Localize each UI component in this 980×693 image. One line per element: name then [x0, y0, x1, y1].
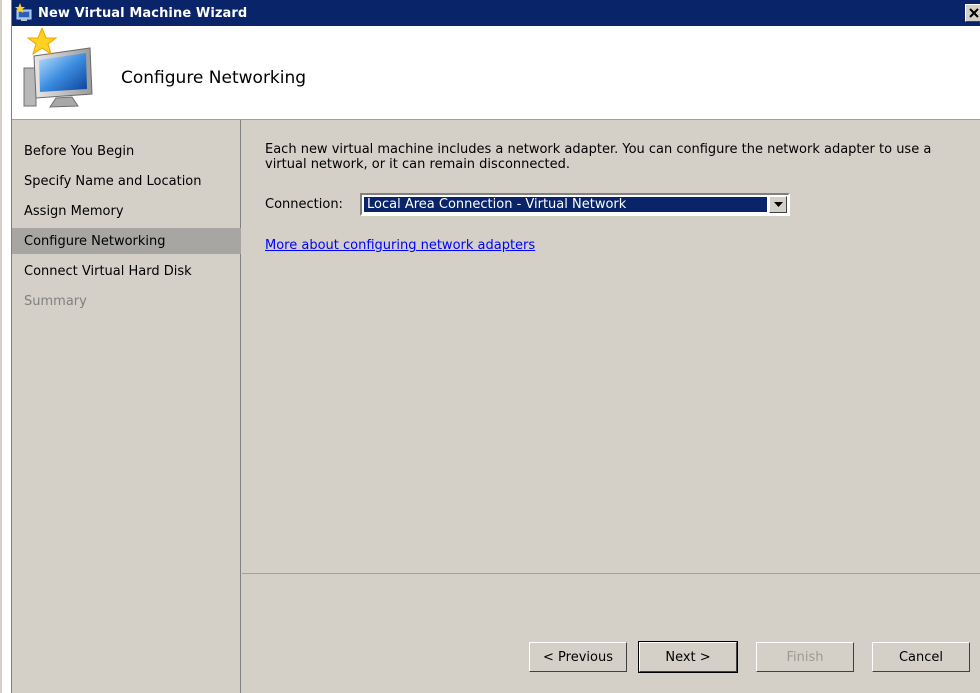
- step-configure-networking[interactable]: Configure Networking: [12, 228, 241, 254]
- virtual-machine-icon: [14, 3, 36, 23]
- steps-sidebar: Before You Begin Specify Name and Locati…: [12, 120, 241, 693]
- close-button[interactable]: [965, 4, 980, 22]
- step-assign-memory[interactable]: Assign Memory: [12, 198, 241, 224]
- step-label: Assign Memory: [24, 203, 124, 219]
- button-bar: < Previous Next > Finish Cancel: [242, 573, 980, 693]
- step-label: Summary: [24, 293, 87, 309]
- window-title: New Virtual Machine Wizard: [38, 5, 248, 21]
- step-specify-name-and-location[interactable]: Specify Name and Location: [12, 168, 241, 194]
- step-summary: Summary: [12, 288, 241, 314]
- wizard-window: New Virtual Machine Wizard Configure Net…: [0, 0, 980, 693]
- step-label: Connect Virtual Hard Disk: [24, 263, 192, 279]
- wizard-frame: New Virtual Machine Wizard Configure Net…: [11, 0, 980, 693]
- step-label: Configure Networking: [24, 233, 166, 249]
- step-connect-virtual-hard-disk[interactable]: Connect Virtual Hard Disk: [12, 258, 241, 284]
- wizard-header: Configure Networking: [12, 26, 980, 120]
- page-title: Configure Networking: [121, 68, 307, 88]
- close-icon: [969, 8, 979, 18]
- finish-button: Finish: [756, 642, 854, 672]
- step-before-you-begin[interactable]: Before You Begin: [12, 138, 241, 164]
- description-text: Each new virtual machine includes a netw…: [265, 142, 932, 172]
- title-bar[interactable]: New Virtual Machine Wizard: [12, 0, 980, 26]
- previous-button[interactable]: < Previous: [529, 642, 627, 672]
- chevron-down-icon: [773, 201, 783, 207]
- connection-dropdown[interactable]: Local Area Connection - Virtual Network: [360, 193, 790, 216]
- monitor-star-icon: [20, 26, 104, 112]
- connection-selected-value: Local Area Connection - Virtual Network: [364, 197, 767, 212]
- dropdown-arrow-button[interactable]: [769, 196, 787, 213]
- help-link-network-adapters[interactable]: More about configuring network adapters: [265, 238, 535, 253]
- step-label: Specify Name and Location: [24, 173, 202, 189]
- step-label: Before You Begin: [24, 143, 135, 159]
- cancel-button[interactable]: Cancel: [872, 642, 970, 672]
- content-panel: Each new virtual machine includes a netw…: [242, 120, 980, 572]
- next-button[interactable]: Next >: [638, 641, 738, 673]
- background-edge: [2, 0, 11, 693]
- connection-label: Connection:: [265, 197, 343, 212]
